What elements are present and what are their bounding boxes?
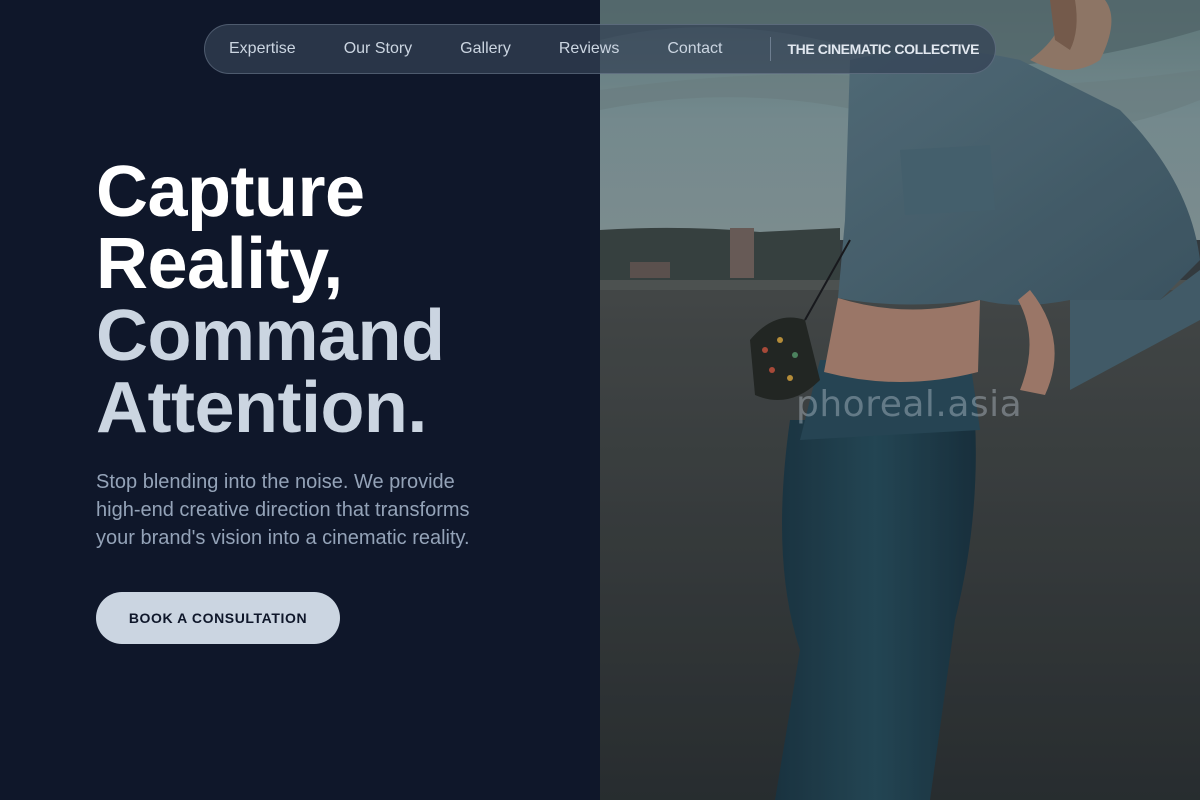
hero-title-line-4: Attention. [96, 368, 427, 448]
hero-title-line-1: Capture [96, 152, 365, 232]
nav-links: Expertise Our Story Gallery Reviews Cont… [229, 40, 722, 58]
hero-title: Capture Reality, Command Attention. [96, 156, 445, 444]
nav-link-gallery[interactable]: Gallery [460, 40, 511, 58]
top-navbar: Expertise Our Story Gallery Reviews Cont… [204, 24, 996, 74]
nav-link-our-story[interactable]: Our Story [344, 40, 412, 58]
nav-divider [770, 37, 772, 61]
nav-link-contact[interactable]: Contact [667, 40, 722, 58]
nav-link-reviews[interactable]: Reviews [559, 40, 619, 58]
hero-title-line-3: Command [96, 296, 445, 376]
brand-name[interactable]: THE CINEMATIC COLLECTIVE [787, 41, 979, 57]
hero-photo: phoreal.asia [600, 0, 1200, 800]
hero-title-line-2: Reality, [96, 224, 343, 304]
nav-link-expertise[interactable]: Expertise [229, 40, 296, 58]
book-consultation-button[interactable]: BOOK A CONSULTATION [96, 592, 340, 644]
hero-subtitle: Stop blending into the noise. We provide… [96, 471, 470, 549]
photo-watermark: phoreal.asia [796, 384, 1023, 425]
